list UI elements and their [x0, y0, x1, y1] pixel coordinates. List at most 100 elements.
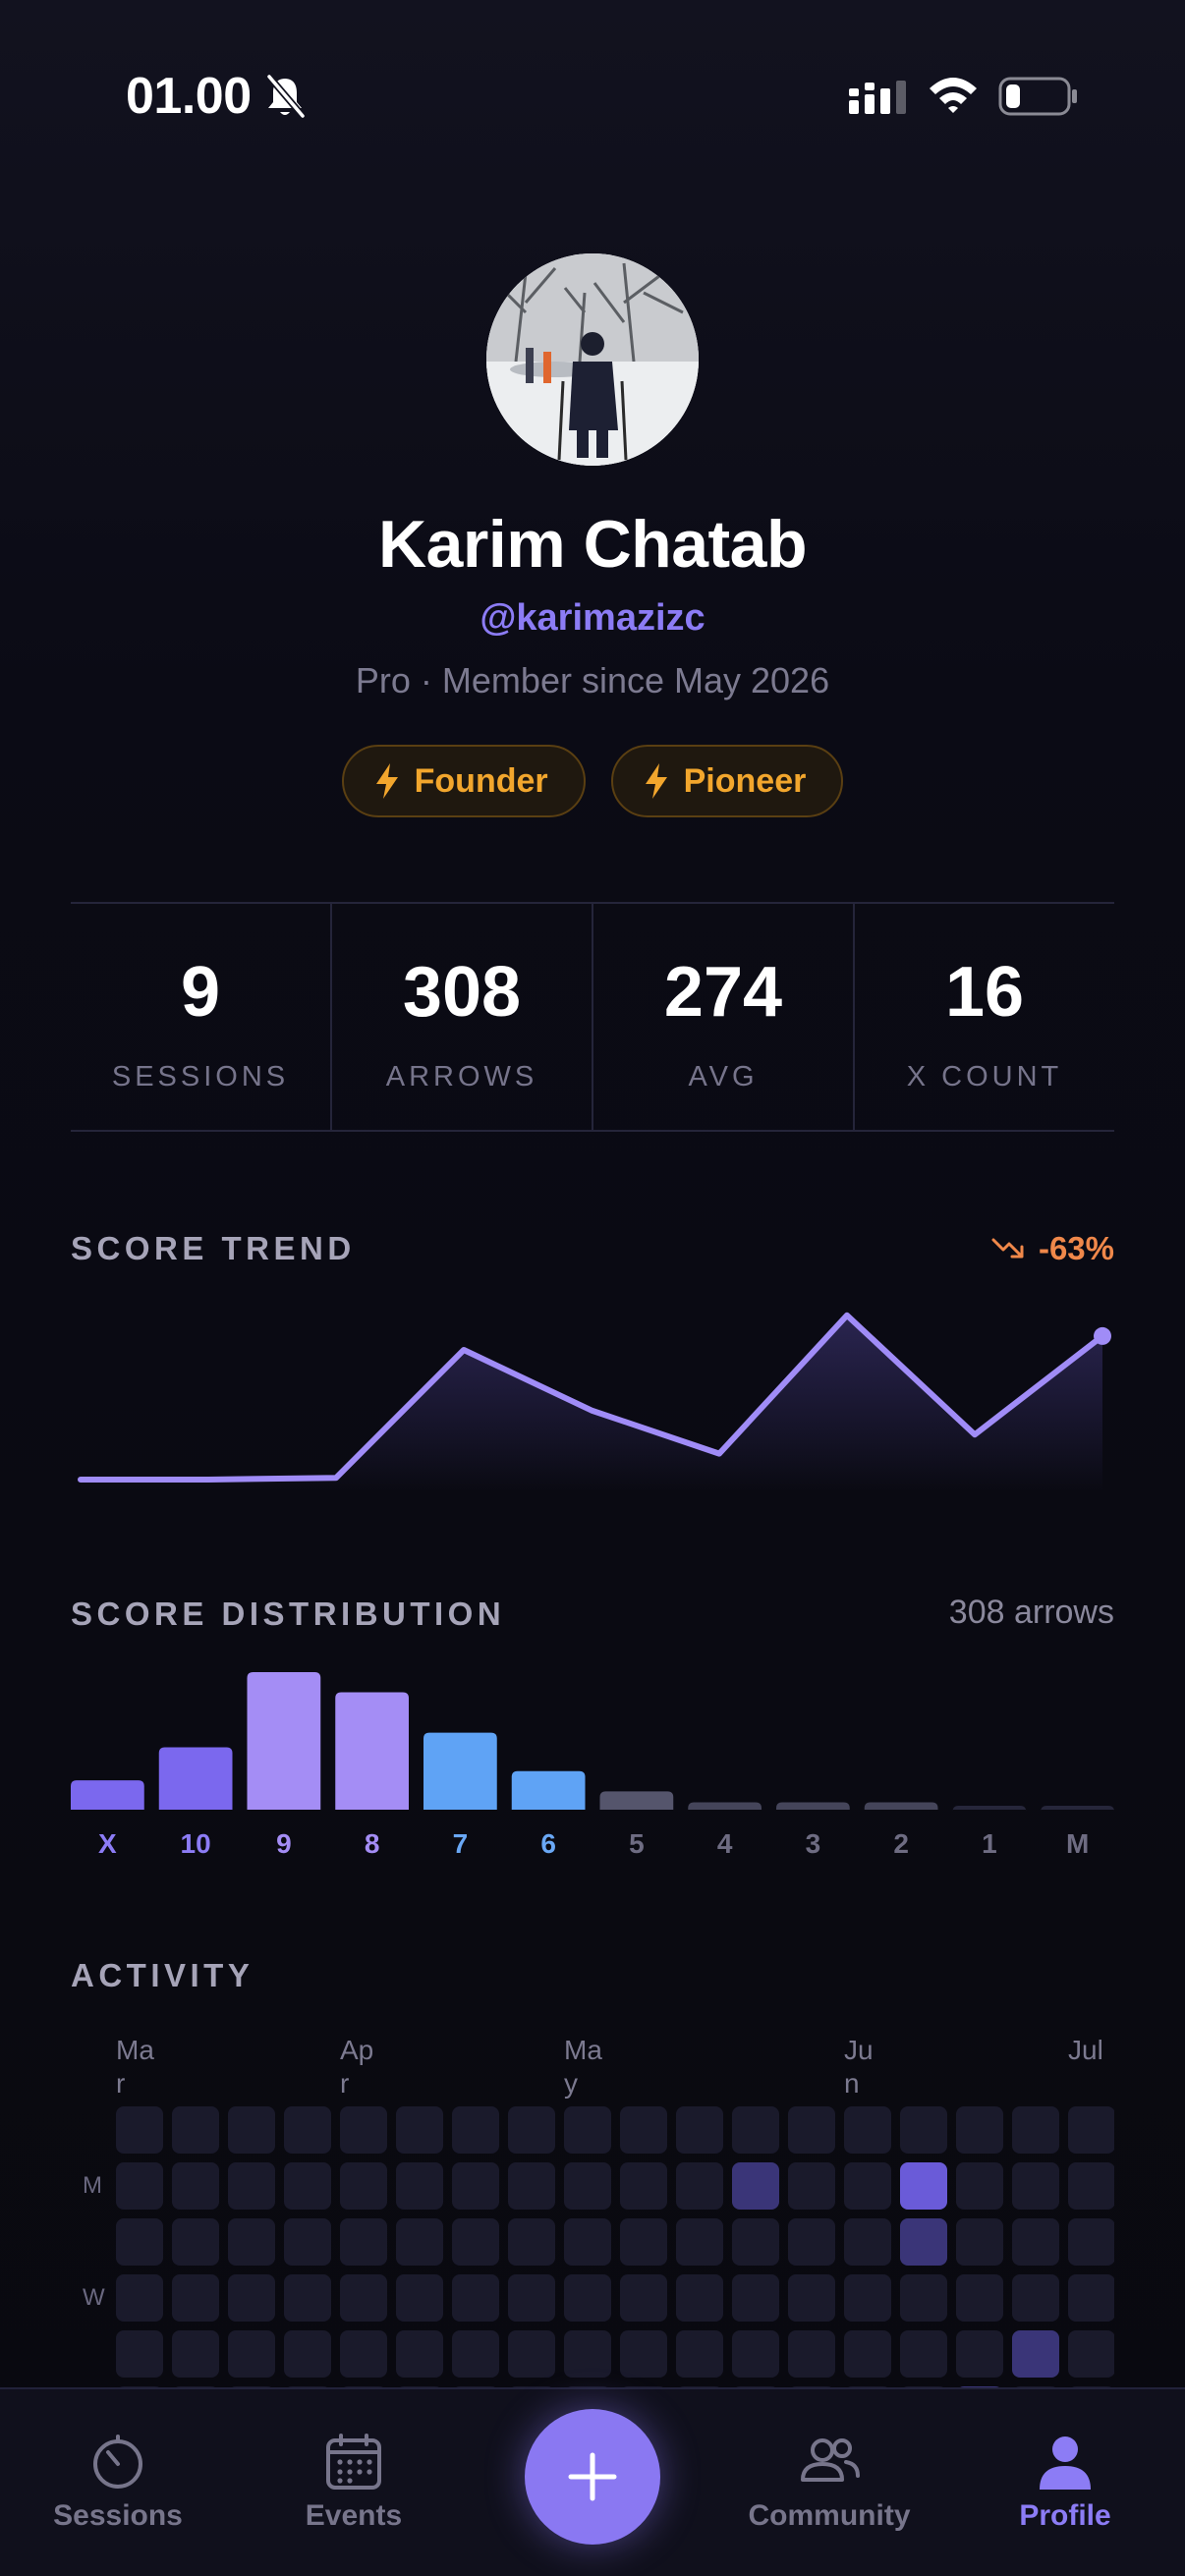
activity-cell — [956, 2218, 1003, 2266]
distribution-bar — [423, 1732, 497, 1810]
avatar-photo — [486, 253, 699, 466]
score-distribution-chart: X 10 9 8 7 6 5 4 3 2 1 M — [71, 1672, 1114, 1857]
activity-cell — [116, 2218, 163, 2266]
activity-cell — [676, 2218, 723, 2266]
badge-founder: Founder — [341, 745, 586, 817]
distribution-tick-label: M — [1066, 1828, 1089, 1857]
activity-cell — [396, 2218, 443, 2266]
activity-title: ACTIVITY — [71, 1957, 254, 1993]
tab-profile[interactable]: Profile — [957, 2389, 1173, 2533]
distribution-tick-label: 8 — [365, 1828, 380, 1857]
status-time: 01.00 — [126, 68, 252, 125]
activity-cell — [956, 2274, 1003, 2322]
activity-cell — [508, 2218, 555, 2266]
activity-cell — [620, 2218, 667, 2266]
stat-label: SESSIONS — [111, 1061, 290, 1092]
stat-value: 308 — [402, 953, 522, 1032]
activity-cell — [1012, 2106, 1059, 2154]
activity-cell — [172, 2162, 219, 2210]
avatar[interactable] — [486, 253, 699, 466]
stat-avg: 274 AVG — [593, 904, 855, 1130]
activity-cell — [452, 2162, 499, 2210]
activity-cell — [732, 2162, 779, 2210]
profile-handle: @karimazizc — [480, 597, 705, 639]
trend-delta-value: -63% — [1038, 1230, 1114, 1266]
tab-community[interactable]: Community — [721, 2389, 937, 2533]
trend-area — [81, 1315, 1102, 1491]
activity-cell — [564, 2330, 611, 2378]
activity-cell — [620, 2274, 667, 2322]
stat-sessions: 9 SESSIONS — [71, 904, 332, 1130]
stopwatch-icon — [93, 2435, 142, 2489]
score-trend-chart — [78, 1312, 1111, 1491]
activity-cell — [732, 2330, 779, 2378]
activity-cell — [1068, 2106, 1114, 2154]
tab-events[interactable]: Events — [246, 2389, 462, 2533]
distribution-bar — [158, 1747, 233, 1810]
activity-cell — [396, 2162, 443, 2210]
activity-cell — [172, 2330, 219, 2378]
activity-cell — [732, 2106, 779, 2154]
distribution-tick-label: X — [98, 1828, 117, 1857]
weekday-label: W — [83, 2284, 105, 2311]
trend-down-icon — [991, 1238, 1024, 1259]
calendar-icon — [326, 2434, 381, 2490]
activity-cell — [452, 2330, 499, 2378]
month-label: Ap r — [340, 2035, 374, 2099]
people-icon — [801, 2438, 860, 2482]
distribution-bar — [71, 1780, 144, 1810]
activity-cell — [228, 2218, 275, 2266]
activity-cell — [844, 2218, 891, 2266]
distribution-tick-label: 6 — [540, 1828, 556, 1857]
distribution-tick-label: 9 — [276, 1828, 292, 1857]
activity-cell — [844, 2274, 891, 2322]
activity-cell — [620, 2106, 667, 2154]
activity-cell — [788, 2274, 835, 2322]
bell-muted-icon — [266, 74, 306, 119]
activity-cell — [340, 2274, 387, 2322]
activity-cell — [732, 2274, 779, 2322]
stat-label: X COUNT — [906, 1061, 1063, 1092]
activity-cell — [1068, 2162, 1114, 2210]
activity-cell — [508, 2330, 555, 2378]
activity-cell — [340, 2330, 387, 2378]
activity-cell — [900, 2162, 947, 2210]
activity-cell — [508, 2162, 555, 2210]
wifi-icon — [930, 78, 977, 113]
activity-cell — [452, 2106, 499, 2154]
activity-cell — [788, 2330, 835, 2378]
activity-cell — [340, 2106, 387, 2154]
activity-cell — [396, 2274, 443, 2322]
person-icon — [1040, 2436, 1091, 2490]
month-label: Ma y — [564, 2035, 602, 2099]
badge-pioneer: Pioneer — [610, 745, 844, 817]
add-session-button[interactable] — [525, 2409, 660, 2545]
distribution-bar — [335, 1692, 409, 1810]
activity-cell — [564, 2218, 611, 2266]
membership-info: Pro · Member since May 2026 — [355, 660, 830, 700]
activity-cell — [844, 2162, 891, 2210]
activity-cell — [900, 2106, 947, 2154]
activity-cell — [620, 2330, 667, 2378]
activity-cell — [1012, 2330, 1059, 2378]
activity-cell — [676, 2106, 723, 2154]
month-label: Jul — [1068, 2035, 1103, 2065]
activity-cell — [1068, 2274, 1114, 2322]
tab-sessions[interactable]: Sessions — [10, 2389, 226, 2533]
activity-cell — [956, 2106, 1003, 2154]
activity-cell — [172, 2218, 219, 2266]
stat-x-count: 16 X COUNT — [855, 904, 1114, 1130]
activity-cell — [788, 2162, 835, 2210]
activity-cell — [1012, 2162, 1059, 2210]
activity-cell — [788, 2106, 835, 2154]
badge-list: Founder Pioneer — [0, 745, 1185, 817]
month-label: Ma r — [116, 2035, 154, 2099]
distribution-tick-label: 7 — [453, 1828, 469, 1857]
stat-label: AVG — [688, 1061, 759, 1092]
activity-cell — [116, 2274, 163, 2322]
activity-cell — [116, 2330, 163, 2378]
tab-label: Events — [305, 2499, 403, 2532]
activity-cell — [340, 2218, 387, 2266]
activity-cell — [396, 2330, 443, 2378]
activity-cell — [620, 2162, 667, 2210]
